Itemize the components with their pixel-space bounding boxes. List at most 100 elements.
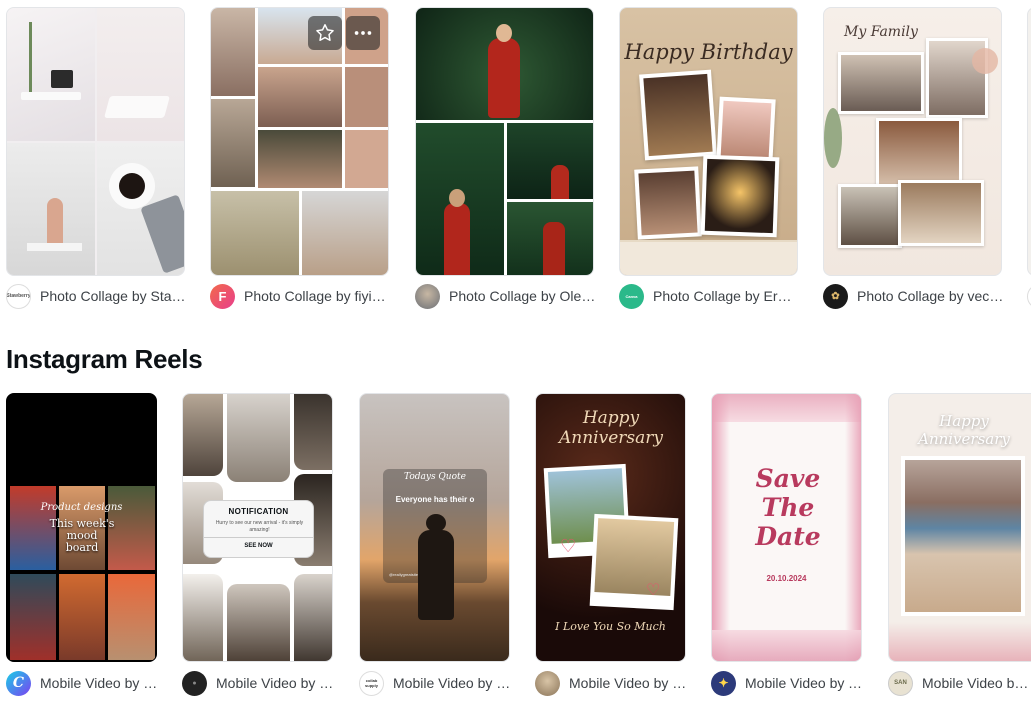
template-meta[interactable]: ● Mobile Video by …	[182, 670, 334, 696]
template-label[interactable]: Photo Collage by Oleg…	[449, 288, 597, 304]
family-photo	[838, 52, 924, 114]
floral-border	[712, 630, 861, 661]
template-meta[interactable]: ✿ Photo Collage by vect…	[823, 283, 1005, 309]
flower-decoration	[972, 48, 998, 74]
template-thumbnail[interactable]	[6, 7, 185, 276]
floral-border	[889, 622, 1031, 661]
notification-button: SEE NOW	[244, 543, 273, 549]
creator-avatar: F	[210, 283, 235, 309]
photo-paper	[97, 8, 184, 141]
template-thumbnail[interactable]: Happy Anniversary ♡ ♡ I Love You So Much	[535, 393, 686, 662]
template-label[interactable]: Photo Collage by vect…	[857, 288, 1005, 304]
template-label[interactable]: Mobile Video by …	[393, 675, 511, 691]
anniversary-footer: I Love You So Much	[555, 620, 666, 633]
photo-coffee	[97, 143, 184, 275]
floral-border	[712, 394, 730, 661]
template-meta[interactable]: collab supply Mobile Video by …	[359, 670, 511, 696]
template-thumbnail-partial[interactable]	[1027, 7, 1031, 276]
photo-tile	[183, 394, 223, 476]
template-meta[interactable]: Canva Photo Collage by Erm…	[619, 283, 801, 309]
leaf-decoration	[824, 108, 842, 168]
polaroid	[639, 69, 717, 161]
photo-tile	[507, 123, 593, 199]
photo-tile	[345, 130, 388, 188]
quote-script: Todays Quote	[404, 472, 466, 482]
template-thumbnail[interactable]: My Family	[823, 7, 1002, 276]
quote-text: Everyone has their o	[395, 495, 475, 504]
template-thumbnail[interactable]: NOTIFICATION Hurry to see our new arriva…	[182, 393, 333, 662]
photo-tile	[507, 202, 593, 275]
template-thumbnail[interactable]	[415, 7, 594, 276]
template-label[interactable]: Mobile Video by …	[40, 675, 158, 691]
photo-tile	[227, 394, 290, 482]
family-photo	[898, 180, 984, 246]
anniversary-title: Happy Anniversary	[918, 412, 1010, 448]
template-meta[interactable]: C Mobile Video by …	[6, 670, 158, 696]
star-outline-icon[interactable]	[308, 16, 342, 50]
creator-avatar: C	[6, 670, 31, 696]
family-title: My Family	[844, 24, 918, 40]
save-date-title: Save The Date	[755, 464, 821, 551]
photo-tile	[59, 574, 105, 660]
template-label[interactable]: Photo Collage by Erm…	[653, 288, 801, 304]
photo-desk	[7, 8, 95, 141]
save-date-date: 20.10.2024	[766, 574, 807, 583]
template-label[interactable]: Photo Collage by fiyixi…	[244, 288, 392, 304]
template-thumbnail[interactable]: Happy Anniversary	[888, 393, 1031, 662]
creator-avatar: Canva	[619, 283, 644, 309]
creator-avatar: ●	[182, 670, 207, 696]
template-thumbnail[interactable]: Product designs This week's mood board	[6, 393, 157, 662]
section-title: Instagram Reels	[6, 344, 203, 374]
template-meta[interactable]: SAN Mobile Video by S	[888, 670, 1030, 696]
divider	[204, 537, 313, 538]
photo-tile	[345, 67, 388, 127]
template-label[interactable]: Mobile Video by T…	[745, 675, 863, 691]
anniversary-title: Happy Anniversary	[559, 408, 663, 448]
silhouette-body	[418, 530, 454, 620]
template-thumbnail[interactable]: Happy Birthday	[619, 7, 798, 276]
creator-avatar	[415, 283, 440, 309]
mood-board-text: This week's mood board	[49, 517, 115, 554]
mood-script: Product designs	[40, 502, 123, 513]
template-label[interactable]: Mobile Video by s…	[569, 675, 687, 691]
creator-avatar: SAN	[888, 670, 913, 696]
polaroid	[634, 166, 702, 240]
photo-tile	[416, 8, 593, 120]
family-photo	[838, 184, 902, 248]
template-label[interactable]: Photo Collage by Staw…	[40, 288, 188, 304]
creator-avatar: Stawberry	[6, 283, 31, 309]
template-thumbnail[interactable]	[210, 7, 389, 276]
photo-tile	[294, 394, 332, 470]
hover-actions	[308, 16, 380, 50]
photo-tile	[258, 67, 342, 127]
template-label[interactable]: Mobile Video by …	[216, 675, 334, 691]
heart-icon: ♡	[646, 582, 661, 599]
floral-border	[712, 394, 861, 422]
polaroid	[589, 513, 679, 611]
floral-border	[845, 394, 861, 661]
beach-photo	[901, 456, 1025, 616]
template-meta[interactable]: Stawberry Photo Collage by Staw…	[6, 283, 188, 309]
creator-avatar-partial	[1027, 284, 1031, 309]
photo-tile	[183, 574, 223, 661]
template-label[interactable]: Mobile Video by S	[922, 675, 1030, 691]
creator-avatar: collab supply	[359, 670, 384, 696]
creator-avatar: ✦	[711, 670, 736, 696]
template-meta[interactable]: Photo Collage by Oleg…	[415, 283, 597, 309]
notification-title: NOTIFICATION	[228, 507, 289, 516]
photo-tile	[108, 486, 155, 570]
quote-handle: @reallygreatsite	[389, 572, 418, 577]
photo-tile	[211, 8, 255, 96]
template-thumbnail[interactable]: Save The Date 20.10.2024	[711, 393, 862, 662]
template-meta[interactable]: Mobile Video by s…	[535, 670, 687, 696]
more-dots-icon[interactable]	[346, 16, 380, 50]
creator-avatar: ✿	[823, 283, 848, 309]
birthday-title: Happy Birthday	[624, 40, 793, 64]
polaroid	[700, 154, 780, 238]
photo-tile	[294, 574, 332, 661]
template-thumbnail[interactable]: Todays Quote Everyone has their o @reall…	[359, 393, 510, 662]
torn-paper	[620, 240, 797, 275]
notification-body: Hurry to see our new arrival - it's simp…	[215, 520, 304, 533]
template-meta[interactable]: F Photo Collage by fiyixi…	[210, 283, 392, 309]
template-meta[interactable]: ✦ Mobile Video by T…	[711, 670, 863, 696]
